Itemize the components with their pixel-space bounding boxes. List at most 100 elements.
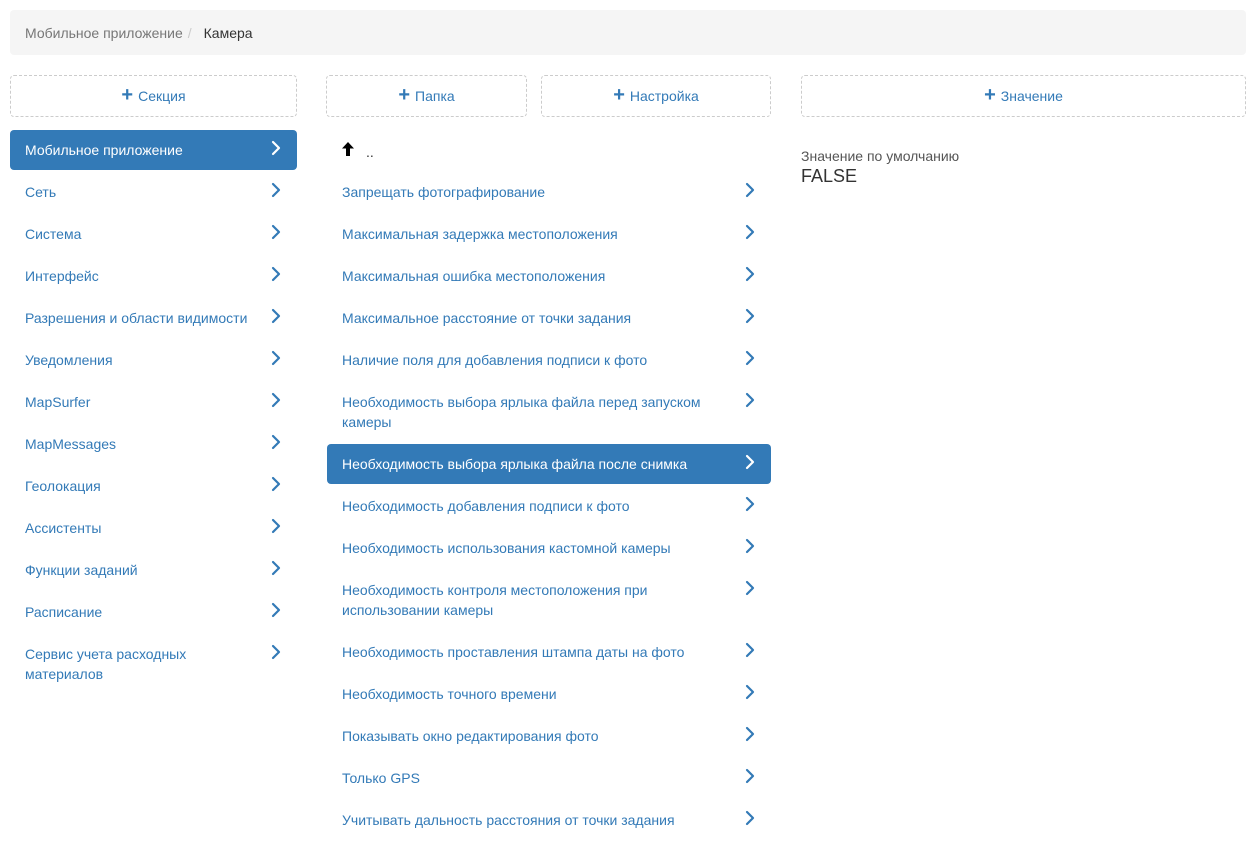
- add-setting-button[interactable]: + Настройка: [541, 75, 771, 117]
- section-item[interactable]: Расписание: [10, 592, 297, 632]
- chevron-right-icon: [745, 266, 757, 286]
- setting-item[interactable]: Максимальная ошибка местоположения: [327, 256, 771, 296]
- chevron-right-icon: [745, 454, 757, 474]
- setting-item-label: Необходимость точного времени: [342, 686, 557, 702]
- chevron-right-icon: [745, 726, 757, 746]
- setting-item-label: Наличие поля для добавления подписи к фо…: [342, 352, 648, 368]
- setting-item[interactable]: Максимальная задержка местоположения: [327, 214, 771, 254]
- arrow-up-icon: [342, 141, 354, 159]
- chevron-right-icon: [745, 392, 757, 412]
- plus-icon: +: [121, 84, 134, 106]
- setting-item[interactable]: Учитывать дальность расстояния от точки …: [327, 800, 771, 840]
- chevron-right-icon: [271, 476, 283, 496]
- setting-item-label: Необходимость контроля местоположения пр…: [342, 582, 648, 618]
- chevron-right-icon: [745, 684, 757, 704]
- chevron-right-icon: [745, 496, 757, 516]
- setting-item-label: Необходимость добавления подписи к фото: [342, 498, 630, 514]
- section-item-label: Геолокация: [25, 478, 101, 494]
- setting-item[interactable]: Максимальное расстояние от точки задания: [327, 298, 771, 338]
- setting-item[interactable]: Необходимость выбора ярлыка файла после …: [327, 444, 771, 484]
- setting-item-label: Необходимость проставления штампа даты н…: [342, 644, 685, 660]
- section-item[interactable]: MapSurfer: [10, 382, 297, 422]
- section-item[interactable]: Сеть: [10, 172, 297, 212]
- setting-item-label: Максимальное расстояние от точки задания: [342, 310, 632, 326]
- setting-item-label: Максимальная ошибка местоположения: [342, 268, 606, 284]
- chevron-right-icon: [745, 224, 757, 244]
- chevron-right-icon: [745, 768, 757, 788]
- add-folder-button[interactable]: + Папка: [326, 75, 527, 117]
- add-section-button[interactable]: + Секция: [10, 75, 297, 117]
- setting-item-label: Только GPS: [342, 770, 420, 786]
- setting-item[interactable]: Необходимость выбора ярлыка файла перед …: [327, 382, 771, 442]
- breadcrumb-separator: /: [187, 24, 192, 41]
- add-setting-label: Настройка: [629, 88, 699, 104]
- add-folder-label: Папка: [415, 88, 455, 104]
- chevron-right-icon: [271, 392, 283, 412]
- plus-icon: +: [398, 84, 411, 106]
- section-item[interactable]: Мобильное приложение: [10, 130, 297, 170]
- sections-list: Мобильное приложение Сеть Система Интерфейс…: [10, 130, 297, 696]
- setting-item[interactable]: Необходимость проставления штампа даты н…: [327, 632, 771, 672]
- chevron-right-icon: [745, 580, 757, 600]
- setting-item-label: Необходимость использования кастомной ка…: [342, 540, 671, 556]
- setting-item-label: Необходимость выбора ярлыка файла после …: [342, 456, 688, 472]
- default-value-label: Значение по умолчанию: [801, 148, 960, 164]
- add-value-button[interactable]: + Значение: [801, 75, 1246, 117]
- default-value: FALSE: [801, 166, 858, 186]
- chevron-right-icon: [271, 224, 283, 244]
- section-item-label: Уведомления: [25, 352, 113, 368]
- plus-icon: +: [613, 84, 625, 106]
- chevron-right-icon: [271, 308, 283, 328]
- chevron-right-icon: [271, 518, 283, 538]
- plus-icon: +: [984, 84, 996, 106]
- breadcrumb-parent-link[interactable]: Мобильное приложение: [25, 25, 183, 41]
- setting-item-label: Максимальная задержка местоположения: [342, 226, 618, 242]
- section-item[interactable]: Уведомления: [10, 340, 297, 380]
- section-item-label: Расписание: [25, 604, 103, 620]
- setting-item[interactable]: Только GPS: [327, 758, 771, 798]
- section-item-label: Разрешения и области видимости: [25, 310, 248, 326]
- chevron-right-icon: [271, 644, 283, 664]
- setting-item[interactable]: Наличие поля для добавления подписи к фо…: [327, 340, 771, 380]
- settings-list: .. Запрещать фотографирование Максимальна…: [327, 130, 771, 842]
- section-item-label: Система: [25, 226, 82, 242]
- setting-item[interactable]: Необходимость точного времени: [327, 674, 771, 714]
- section-item[interactable]: Разрешения и области видимости: [10, 298, 297, 338]
- chevron-right-icon: [745, 308, 757, 328]
- section-item-label: Интерфейс: [25, 268, 99, 284]
- section-item-label: Функции заданий: [25, 562, 138, 578]
- chevron-right-icon: [271, 560, 283, 580]
- section-item[interactable]: Система: [10, 214, 297, 254]
- section-item-label: MapMessages: [25, 436, 117, 452]
- chevron-right-icon: [271, 434, 283, 454]
- section-item-label: MapSurfer: [25, 394, 91, 410]
- section-item[interactable]: Геолокация: [10, 466, 297, 506]
- breadcrumb-current: Камера: [203, 24, 253, 41]
- section-item-label: Мобильное приложение: [25, 142, 183, 158]
- setting-item[interactable]: Показывать окно редактирования фото: [327, 716, 771, 756]
- section-item[interactable]: Сервис учета расходных материалов: [10, 634, 297, 694]
- chevron-right-icon: [271, 350, 283, 370]
- setting-item[interactable]: Запрещать фотографирование: [327, 172, 771, 212]
- chevron-right-icon: [745, 538, 757, 558]
- chevron-right-icon: [271, 602, 283, 622]
- chevron-right-icon: [271, 266, 283, 286]
- chevron-right-icon: [745, 642, 757, 662]
- section-item-label: Сервис учета расходных материалов: [25, 646, 187, 682]
- folder-up-item[interactable]: ..: [327, 130, 771, 170]
- setting-item[interactable]: Необходимость использования кастомной ка…: [327, 528, 771, 568]
- setting-item-label: Учитывать дальность расстояния от точки …: [342, 812, 675, 828]
- breadcrumb: Мобильное приложение / Камера: [10, 10, 1246, 55]
- setting-item[interactable]: Необходимость добавления подписи к фото: [327, 486, 771, 526]
- chevron-right-icon: [745, 350, 757, 370]
- section-item[interactable]: Ассистенты: [10, 508, 297, 548]
- section-item[interactable]: Интерфейс: [10, 256, 297, 296]
- setting-item-label: Запрещать фотографирование: [342, 184, 546, 200]
- section-item[interactable]: Функции заданий: [10, 550, 297, 590]
- chevron-right-icon: [271, 182, 283, 202]
- section-item-label: Сеть: [25, 184, 57, 200]
- section-item[interactable]: MapMessages: [10, 424, 297, 464]
- add-section-label: Секция: [138, 88, 186, 104]
- setting-item-label: Показывать окно редактирования фото: [342, 728, 599, 744]
- setting-item[interactable]: Необходимость контроля местоположения пр…: [327, 570, 771, 630]
